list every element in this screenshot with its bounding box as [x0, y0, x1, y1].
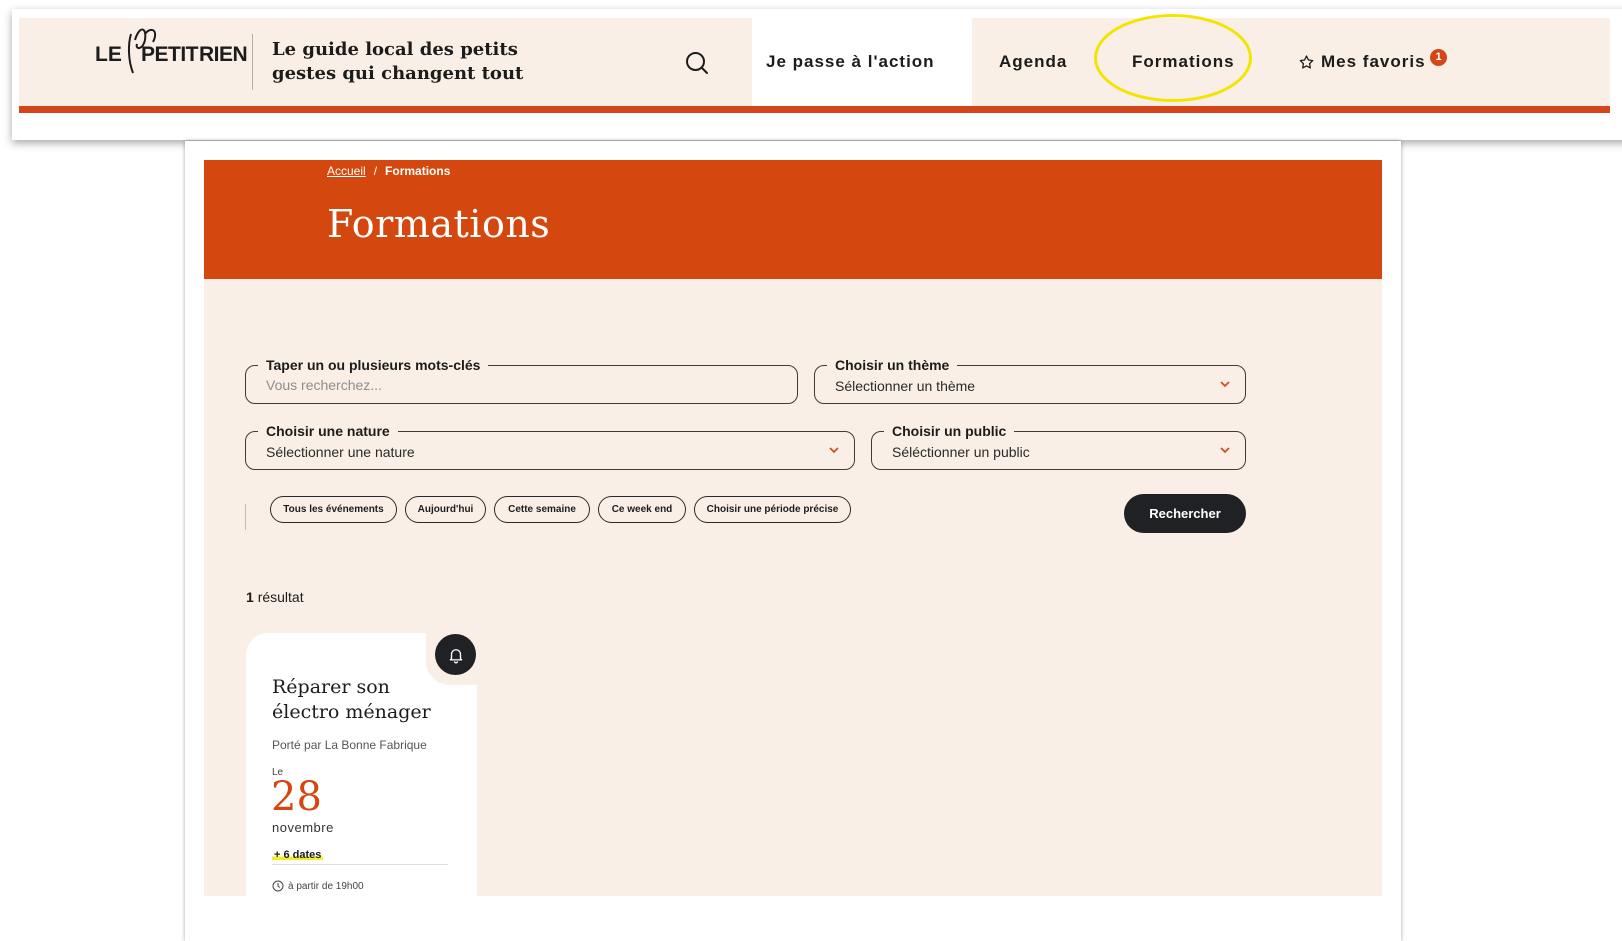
results-count-label: résultat: [257, 589, 304, 605]
keyword-search-input[interactable]: [266, 377, 757, 393]
period-chip-weekend[interactable]: Ce week end: [598, 496, 686, 523]
header-search-button[interactable]: [682, 48, 712, 78]
public-select[interactable]: Choisir un public Séléctionner un public: [871, 422, 1246, 470]
alert-bell-button[interactable]: [435, 634, 476, 675]
chevron-down-icon: [1220, 447, 1230, 454]
nature-select-value: Sélectionner une nature: [266, 444, 415, 460]
chips-divider: [245, 504, 246, 530]
period-chip-all[interactable]: Tous les événements: [270, 496, 397, 523]
bell-icon: [449, 648, 462, 663]
clock-icon: [272, 880, 284, 892]
nav-item-mes-favoris[interactable]: Mes favoris: [1298, 52, 1426, 72]
results-count: 1 résultat: [246, 589, 304, 605]
chevron-down-icon: [829, 447, 839, 454]
keyword-field-label: Taper un ou plusieurs mots-clés: [258, 356, 489, 374]
event-card-time: à partir de 19h00: [272, 880, 364, 892]
page-title: Formations: [327, 202, 551, 246]
breadcrumb-separator: /: [373, 164, 378, 178]
public-select-label: Choisir un public: [884, 422, 1015, 440]
period-chip-this-week[interactable]: Cette semaine: [494, 496, 590, 523]
event-card-time-label: à partir de 19h00: [288, 880, 364, 892]
event-card-more-dates-link[interactable]: + 6 dates: [272, 849, 324, 861]
search-icon: [686, 52, 708, 74]
svg-text:PETIT: PETIT: [141, 43, 199, 66]
nature-select-label: Choisir une nature: [258, 422, 398, 440]
nav-item-formations[interactable]: Formations: [1132, 52, 1235, 72]
breadcrumb-current: Formations: [385, 164, 451, 178]
chevron-down-icon: [1220, 381, 1230, 388]
svg-text:RIEN: RIEN: [199, 43, 247, 66]
event-card-month: novembre: [272, 820, 334, 835]
breadcrumb-home-link[interactable]: Accueil: [327, 164, 366, 178]
public-select-value: Séléctionner un public: [892, 444, 1030, 460]
event-card-organizer: Porté par La Bonne Fabrique: [272, 738, 427, 752]
period-chip-custom[interactable]: Choisir une période précise: [694, 496, 851, 523]
nav-item-agenda[interactable]: Agenda: [999, 52, 1067, 72]
event-card-day: 28: [271, 774, 322, 820]
theme-select-value: Sélectionner un thème: [835, 378, 976, 394]
breadcrumb: Accueil / Formations: [327, 164, 450, 178]
logo-divider: [252, 34, 253, 90]
star-icon: [1299, 54, 1314, 69]
theme-select[interactable]: Choisir un thème Sélectionner un thème: [814, 356, 1246, 404]
event-card-title[interactable]: Réparer son électro ménager: [272, 675, 462, 725]
favoris-count-badge: 1: [1430, 49, 1447, 66]
event-card-divider: [272, 864, 448, 865]
site-tagline: Le guide local des petits gestes qui cha…: [272, 39, 524, 84]
keyword-search-field: Taper un ou plusieurs mots-clés: [245, 356, 798, 404]
theme-select-label: Choisir un thème: [827, 356, 958, 374]
favoris-label: Mes favoris: [1321, 52, 1426, 71]
search-submit-button[interactable]: Rechercher: [1124, 494, 1246, 533]
svg-text:LE: LE: [95, 43, 122, 66]
site-logo[interactable]: LE PETIT RIEN: [95, 28, 247, 80]
period-chip-today[interactable]: Aujourd'hui: [405, 496, 486, 523]
nature-select[interactable]: Choisir une nature Sélectionner une natu…: [245, 422, 855, 470]
header-accent-rule: [19, 106, 1610, 113]
logo-graphic: LE PETIT RIEN: [95, 28, 247, 74]
results-count-number: 1: [246, 589, 254, 605]
nav-item-je-passe-a-laction[interactable]: Je passe à l'action: [766, 52, 935, 72]
